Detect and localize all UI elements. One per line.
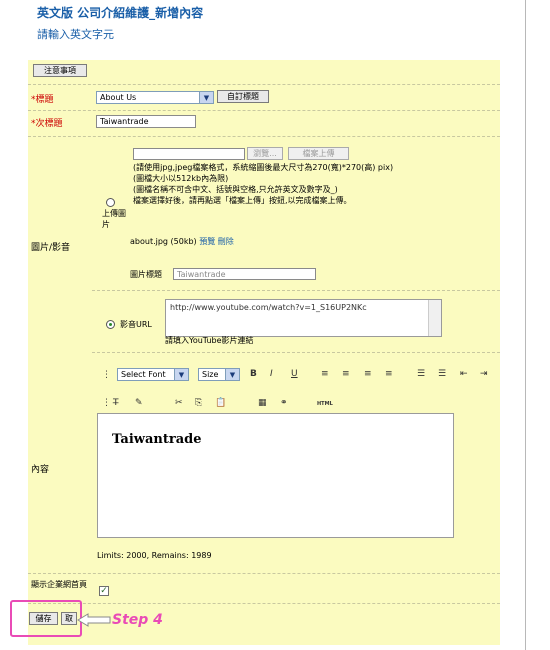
preview-link[interactable]: 預覽 xyxy=(199,237,215,246)
image-caption-label: 圖片標題 xyxy=(130,270,162,279)
step-highlight-box xyxy=(10,600,82,637)
upload-note: (請使用jpg,jpeg檔案格式，系統縮圖後最大尺寸為270(寬)*270(高)… xyxy=(133,163,394,172)
chevron-down-icon: ▼ xyxy=(174,369,188,380)
custom-title-button[interactable]: 自訂標題 xyxy=(217,90,269,103)
rich-text-editor[interactable]: Taiwantrade xyxy=(97,413,454,538)
file-path-input[interactable] xyxy=(133,148,245,160)
size-select-value: Size xyxy=(202,370,219,379)
editor-content: Taiwantrade xyxy=(112,432,202,447)
upload-note: (圖檔大小以512kb內為限) xyxy=(133,174,229,183)
align-center-icon[interactable]: ≡ xyxy=(342,369,350,379)
upload-image-radio[interactable] xyxy=(106,198,115,207)
page-subtitle: 請輸入英文字元 xyxy=(37,28,114,41)
notice-button[interactable]: 注意事項 xyxy=(33,64,87,77)
show-homepage-label: 顯示企業網首頁 xyxy=(31,580,87,589)
toolbar-grip-icon: ⋮ xyxy=(102,398,111,408)
video-url-label: 影音URL xyxy=(120,320,152,329)
title-select-value: About Us xyxy=(100,93,137,102)
scrollbar[interactable] xyxy=(428,300,441,336)
video-url-textarea[interactable]: http://www.youtube.com/watch?v=1_S16UP2N… xyxy=(165,299,442,337)
title-select[interactable]: About Us ▼ xyxy=(96,91,214,104)
row-divider xyxy=(28,573,500,574)
image-caption-input[interactable]: Taiwantrade xyxy=(173,268,316,280)
link-icon[interactable]: ⚭ xyxy=(280,398,288,408)
video-url-radio[interactable] xyxy=(106,320,115,329)
chevron-down-icon: ▼ xyxy=(199,92,213,103)
cut-icon[interactable]: ✂ xyxy=(175,398,183,408)
upload-image-label: 上傳圖片 xyxy=(102,209,126,229)
page-right-border xyxy=(525,0,526,650)
subtitle-input[interactable]: Taiwantrade xyxy=(96,115,196,128)
title-label: *標題 xyxy=(31,95,54,105)
upload-note: (圖檔名稱不可含中文、括號與空格,只允許英文及數字及_) xyxy=(133,185,338,194)
toolbar-grip-icon: ⋮ xyxy=(102,370,111,380)
copy-icon[interactable]: ⎘ xyxy=(195,398,202,408)
show-homepage-checkbox[interactable]: ✓ xyxy=(99,586,109,596)
italic-icon[interactable]: I xyxy=(270,369,273,379)
step-label: Step 4 xyxy=(112,612,163,628)
upload-note: 檔案選擇好後，請再點選「檔案上傳」按鈕,以完成檔案上傳。 xyxy=(133,196,352,205)
font-select-value: Select Font xyxy=(121,370,166,379)
clear-format-icon[interactable]: T̶ xyxy=(113,398,119,408)
font-select[interactable]: Select Font ▼ xyxy=(117,368,189,381)
outdent-icon[interactable]: ⇤ xyxy=(460,369,468,379)
row-divider xyxy=(28,136,500,137)
align-left-icon[interactable]: ≡ xyxy=(321,369,329,379)
upload-button[interactable]: 檔案上傳 xyxy=(288,147,349,160)
paint-icon[interactable]: ✎ xyxy=(135,398,143,408)
subtitle-label: *次標題 xyxy=(31,119,63,129)
underline-icon[interactable]: U xyxy=(291,369,298,379)
video-hint: 請填入YouTube影片連結 xyxy=(165,336,254,345)
bold-icon[interactable]: B xyxy=(250,369,257,379)
align-justify-icon[interactable]: ≡ xyxy=(385,369,393,379)
pointer-arrow-icon xyxy=(77,613,111,627)
browse-button[interactable]: 瀏覽... xyxy=(247,147,283,160)
video-url-value: http://www.youtube.com/watch?v=1_S16UP2N… xyxy=(170,303,367,312)
file-info: about.jpg (50kb) xyxy=(130,237,197,246)
row-divider xyxy=(92,352,500,353)
table-icon[interactable]: ▦ xyxy=(258,398,267,408)
align-right-icon[interactable]: ≡ xyxy=(364,369,372,379)
unordered-list-icon[interactable]: ☰ xyxy=(438,369,446,379)
chevron-down-icon: ▼ xyxy=(225,369,239,380)
file-info-row: about.jpg (50kb) 預覽 刪除 xyxy=(130,237,234,248)
paste-icon[interactable]: 📋 xyxy=(215,398,226,408)
page-title: 英文版 公司介紹維護_新增內容 xyxy=(37,6,204,20)
indent-icon[interactable]: ⇥ xyxy=(480,369,488,379)
size-select[interactable]: Size ▼ xyxy=(198,368,240,381)
row-divider xyxy=(92,290,500,291)
ordered-list-icon[interactable]: ☰ xyxy=(417,369,425,379)
limits-text: Limits: 2000, Remains: 1989 xyxy=(97,551,212,560)
delete-link[interactable]: 刪除 xyxy=(218,237,234,246)
html-button[interactable]: HTML xyxy=(317,401,333,407)
media-label: 圖片/影音 xyxy=(31,243,71,253)
row-divider xyxy=(28,110,500,111)
row-divider xyxy=(28,603,500,604)
content-label: 內容 xyxy=(31,465,50,475)
row-divider xyxy=(28,84,500,85)
